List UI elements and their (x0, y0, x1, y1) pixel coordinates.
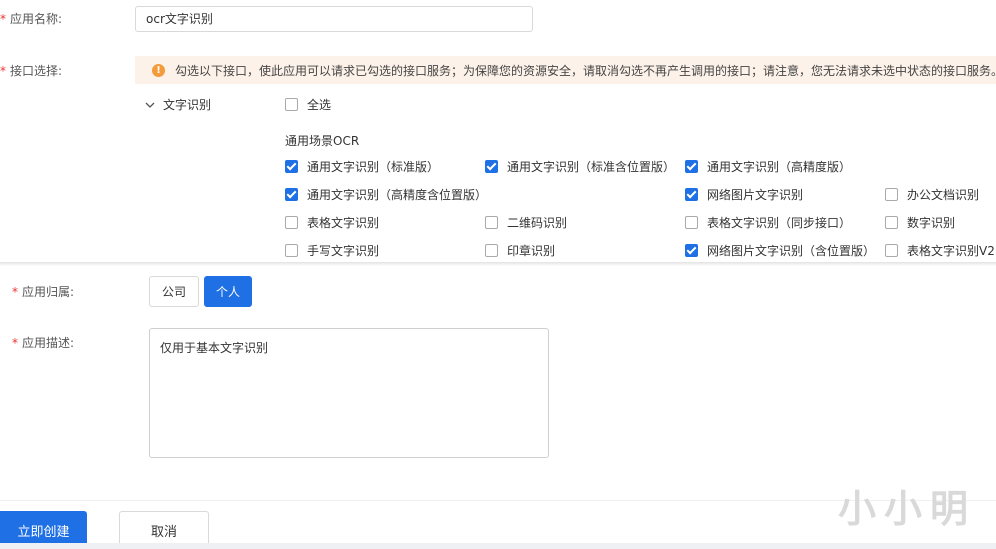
interface-option[interactable]: 办公文档识别 (885, 186, 979, 203)
interface-option[interactable]: 表格文字识别 (285, 214, 379, 231)
checkbox-box[interactable] (285, 98, 298, 111)
checkbox-box[interactable] (885, 244, 898, 257)
interface-label: * 接口选择: (0, 64, 63, 78)
interface-option[interactable]: 通用文字识别（标准含位置版） (485, 158, 675, 175)
checkbox-box[interactable] (685, 244, 698, 257)
checkbox-box[interactable] (285, 160, 298, 173)
checkbox-box[interactable] (685, 216, 698, 229)
interface-option[interactable]: 网络图片文字识别 (685, 186, 803, 203)
interface-option[interactable]: 数字识别 (885, 214, 955, 231)
interface-option[interactable]: 表格文字识别（同步接口） (685, 214, 851, 231)
interface-option[interactable]: 网络图片文字识别（含位置版） (685, 242, 875, 259)
interface-option[interactable]: 通用文字识别（标准版） (285, 158, 439, 175)
interface-option-label: 印章识别 (507, 244, 556, 258)
interface-option-label: 数字识别 (907, 216, 956, 230)
checkbox-box[interactable] (885, 188, 898, 201)
interface-option[interactable]: 通用文字识别（高精度含位置版） (285, 186, 487, 203)
checkbox-box[interactable] (285, 216, 298, 229)
section-title: 通用场景OCR (285, 134, 360, 148)
ownership-label: * 应用归属: (12, 285, 75, 299)
checkbox-box[interactable] (285, 244, 298, 257)
interface-option-label: 表格文字识别 (307, 216, 380, 230)
interface-option-label: 通用文字识别（高精度含位置版） (307, 188, 488, 202)
interface-option-label: 通用文字识别（标准含位置版） (507, 160, 676, 174)
ownership-personal-button[interactable]: 个人 (204, 276, 252, 307)
interface-option-label: 表格文字识别（同步接口） (707, 216, 852, 230)
interface-option-label: 办公文档识别 (907, 188, 980, 202)
interface-option-label: 手写文字识别 (307, 244, 380, 258)
group-label: 文字识别 (163, 98, 212, 112)
warning-icon: ! (152, 63, 165, 77)
checkbox-box[interactable] (685, 160, 698, 173)
interface-option[interactable]: 通用文字识别（高精度版） (685, 158, 851, 175)
select-all-checkbox[interactable]: 全选 (285, 96, 331, 113)
checkbox-box[interactable] (285, 188, 298, 201)
interface-option-label: 表格文字识别V2 (907, 244, 995, 258)
app-name-input[interactable]: ocr文字识别 (135, 6, 533, 32)
interface-option-label: 通用文字识别（标准版） (307, 160, 440, 174)
checkbox-box[interactable] (485, 216, 498, 229)
interface-option[interactable]: 二维码识别 (485, 214, 567, 231)
panel-divider (0, 262, 996, 266)
interface-option-label: 网络图片文字识别（含位置版） (707, 244, 876, 258)
interface-notice: ! 勾选以下接口，使此应用可以请求已勾选的接口服务；为保障您的资源安全，请取消勾… (135, 56, 996, 84)
interface-option[interactable]: 印章识别 (485, 242, 555, 259)
interface-option[interactable]: 手写文字识别 (285, 242, 379, 259)
checkbox-box[interactable] (485, 160, 498, 173)
interface-option[interactable]: 表格文字识别V2 (885, 242, 995, 259)
interface-option-label: 二维码识别 (507, 216, 568, 230)
app-name-label: * 应用名称: (0, 12, 63, 26)
interface-option-label: 通用文字识别（高精度版） (707, 160, 852, 174)
chevron-down-icon (145, 102, 155, 108)
description-textarea[interactable]: 仅用于基本文字识别 (149, 328, 549, 458)
checkbox-box[interactable] (885, 216, 898, 229)
watermark: 小小明 (838, 486, 977, 531)
ownership-company-button[interactable]: 公司 (149, 276, 199, 307)
bottom-bar (0, 543, 996, 549)
checkbox-box[interactable] (485, 244, 498, 257)
checkbox-box[interactable] (685, 188, 698, 201)
description-label: * 应用描述: (12, 336, 75, 350)
interface-option-label: 网络图片文字识别 (707, 188, 804, 202)
group-toggle[interactable]: 文字识别 (145, 96, 211, 113)
